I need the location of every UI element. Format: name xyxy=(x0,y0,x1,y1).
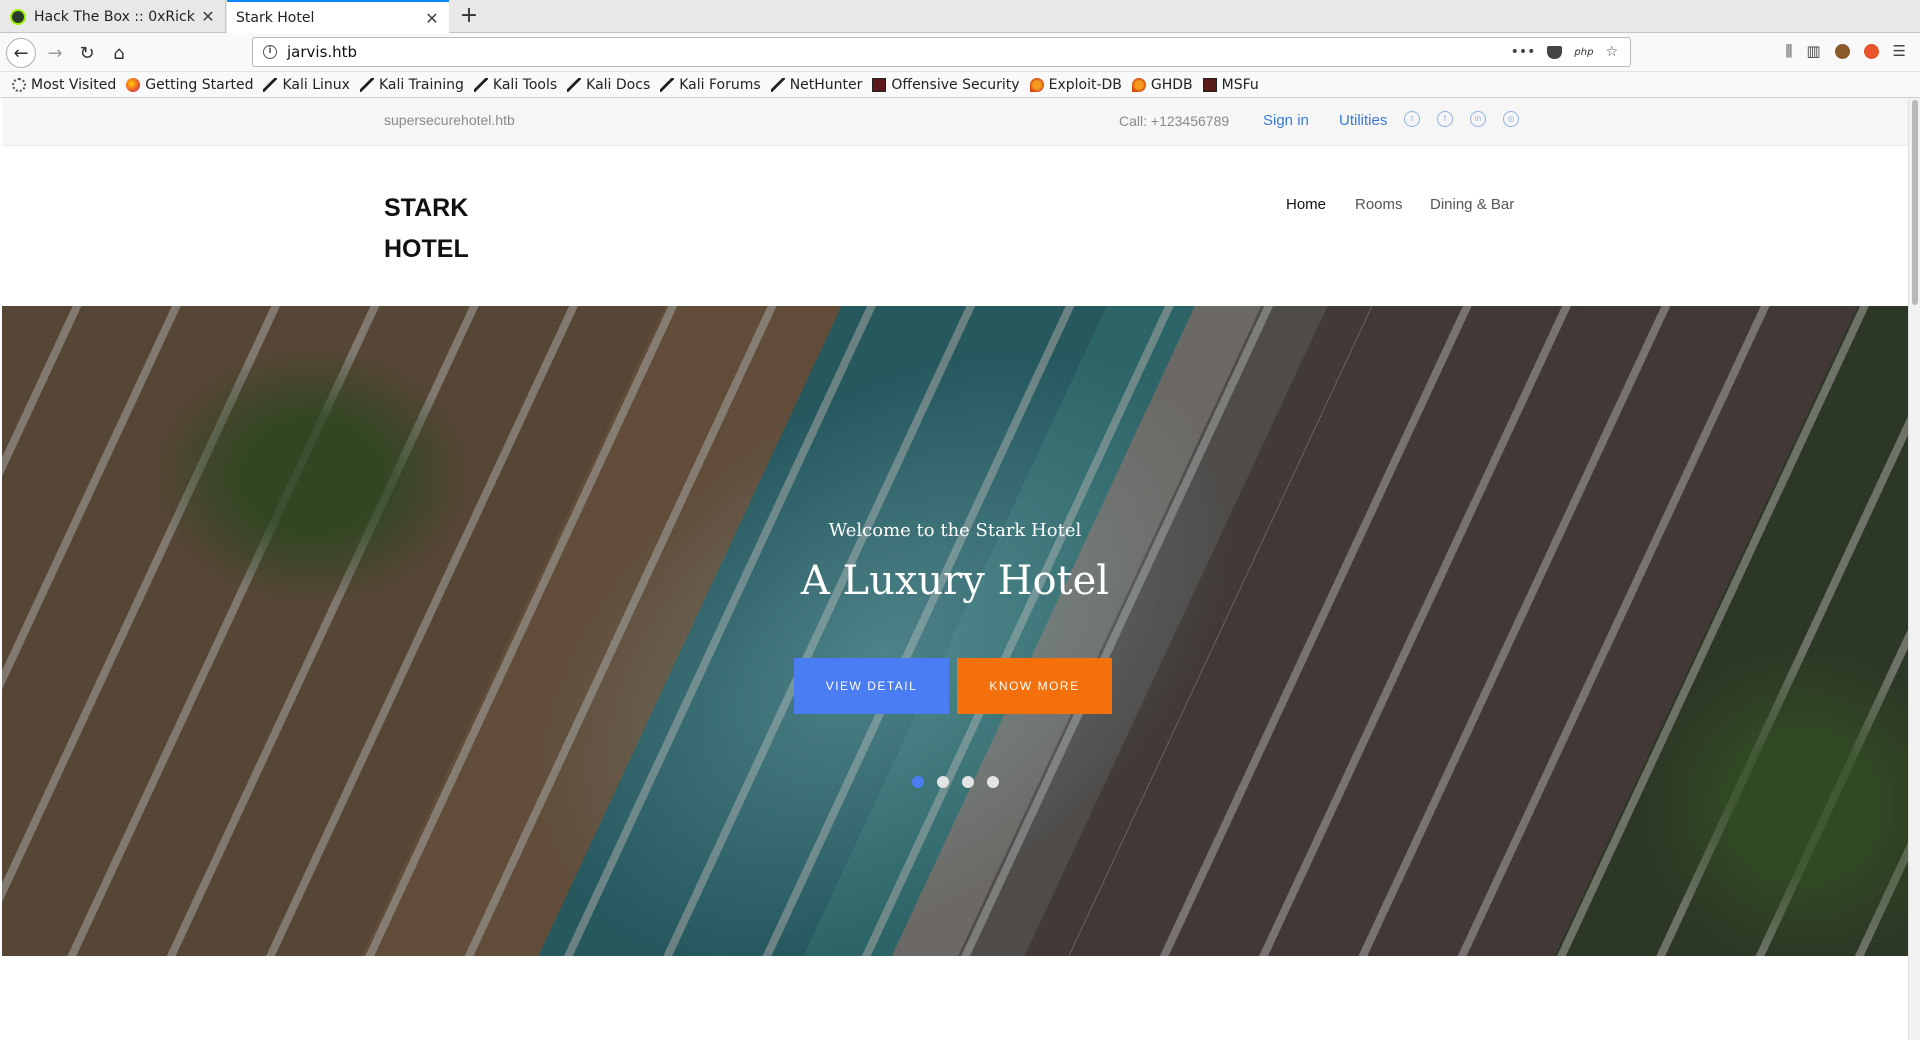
kali-icon xyxy=(359,77,374,92)
bookmark-kali-tools[interactable]: Kali Tools xyxy=(473,77,557,93)
gear-icon xyxy=(12,77,26,92)
kali-icon xyxy=(567,77,582,92)
forward-arrow-icon[interactable]: → xyxy=(40,38,70,68)
hackthebox-favicon-icon xyxy=(10,8,26,25)
site-logo[interactable]: STARK HOTEL xyxy=(384,188,504,270)
utilities-link[interactable]: Utilities xyxy=(1339,112,1387,129)
slider-dots xyxy=(2,776,1908,790)
kali-icon xyxy=(473,77,488,92)
bookmark-ghdb[interactable]: GHDB xyxy=(1131,77,1193,93)
view-detail-button[interactable]: VIEW DETAIL xyxy=(794,658,949,714)
tab-hackthebox[interactable]: Hack The Box :: 0xRick ✕ xyxy=(0,0,226,33)
url-text[interactable]: jarvis.htb xyxy=(287,43,1511,61)
bookmark-exploit-db[interactable]: Exploit-DB xyxy=(1029,77,1122,93)
close-tab-icon[interactable]: ✕ xyxy=(423,9,441,28)
bookmarks-toolbar: Most Visited Getting Started Kali Linux … xyxy=(0,72,1920,98)
firefox-icon xyxy=(126,77,141,92)
kali-icon xyxy=(770,77,785,92)
back-arrow-icon[interactable]: ← xyxy=(6,38,36,68)
tab-title: Hack The Box :: 0xRick xyxy=(34,8,195,25)
menu-item-home[interactable]: Home xyxy=(1286,196,1326,213)
bookmark-offensive-security[interactable]: Offensive Security xyxy=(872,77,1020,93)
offsec-icon xyxy=(872,77,887,92)
offsec-icon xyxy=(1202,77,1217,92)
library-icon[interactable]: ⫼ xyxy=(1785,42,1792,60)
menu-item-dining-bar[interactable]: Dining & Bar xyxy=(1430,196,1514,213)
new-tab-plus-icon[interactable]: + xyxy=(456,3,482,29)
menu-item-rooms[interactable]: Rooms xyxy=(1355,196,1403,213)
instagram-icon[interactable]: ◎ xyxy=(1503,111,1519,127)
twitter-icon[interactable]: t xyxy=(1404,111,1420,127)
slider-dot[interactable] xyxy=(937,776,949,788)
page-actions-ellipsis-icon[interactable]: ••• xyxy=(1511,44,1536,60)
facebook-icon[interactable]: f xyxy=(1437,111,1453,127)
logo-line-1: STARK xyxy=(384,194,469,222)
bookmark-most-visited[interactable]: Most Visited xyxy=(12,77,116,93)
know-more-button[interactable]: KNOW MORE xyxy=(957,658,1112,714)
browser-navigation-toolbar: ← → ↻ ⌂ i jarvis.htb ••• php ☆ ⫼ ▥ ☰ xyxy=(0,33,1920,72)
hamburger-menu-icon[interactable]: ☰ xyxy=(1893,42,1906,60)
sign-in-link[interactable]: Sign in xyxy=(1263,112,1309,129)
site-top-bar: supersecurehotel.htb Call: +123456789 Si… xyxy=(2,98,1908,146)
site-domain: supersecurehotel.htb xyxy=(384,112,515,128)
hero-content: Welcome to the Stark Hotel A Luxury Hote… xyxy=(2,306,1908,956)
site-info-icon[interactable]: i xyxy=(263,45,277,59)
reload-icon[interactable]: ↻ xyxy=(72,38,102,68)
slider-dot[interactable] xyxy=(987,776,999,788)
slider-dot[interactable] xyxy=(912,776,924,788)
page-scrollbar[interactable] xyxy=(1908,98,1920,1040)
address-bar[interactable]: i jarvis.htb ••• php ☆ xyxy=(252,37,1631,67)
bookmark-star-icon[interactable]: ☆ xyxy=(1605,44,1618,60)
bookmark-getting-started[interactable]: Getting Started xyxy=(126,77,253,93)
linkedin-icon[interactable]: in xyxy=(1470,111,1486,127)
bookmark-nethunter[interactable]: NetHunter xyxy=(770,77,862,93)
exploitdb-icon xyxy=(1131,77,1146,92)
close-tab-icon[interactable]: ✕ xyxy=(199,7,217,26)
bookmark-msfu[interactable]: MSFu xyxy=(1202,77,1259,93)
tab-stark-hotel[interactable]: Stark Hotel ✕ xyxy=(227,0,449,34)
bookmark-kali-linux[interactable]: Kali Linux xyxy=(263,77,350,93)
pocket-icon[interactable] xyxy=(1547,45,1563,59)
cookie-extension-icon[interactable] xyxy=(1834,43,1850,59)
extension-icon[interactable] xyxy=(1863,43,1879,59)
logo-line-2: HOTEL xyxy=(384,235,469,263)
bookmark-kali-docs[interactable]: Kali Docs xyxy=(567,77,650,93)
hero-title: A Luxury Hotel xyxy=(800,558,1110,604)
browser-tab-bar: Hack The Box :: 0xRick ✕ Stark Hotel ✕ + xyxy=(0,0,1920,34)
site-header: STARK HOTEL Home Rooms Dining & Bar xyxy=(2,146,1908,304)
kali-icon xyxy=(263,77,278,92)
exploitdb-icon xyxy=(1029,77,1044,92)
tab-title: Stark Hotel xyxy=(236,10,315,26)
hero-slider: Welcome to the Stark Hotel A Luxury Hote… xyxy=(2,306,1908,956)
hero-subtitle: Welcome to the Stark Hotel xyxy=(828,520,1082,541)
home-icon[interactable]: ⌂ xyxy=(104,38,134,68)
bookmark-kali-training[interactable]: Kali Training xyxy=(359,77,464,93)
phone-number: Call: +123456789 xyxy=(1119,113,1230,129)
bookmark-kali-forums[interactable]: Kali Forums xyxy=(660,77,761,93)
toolbar-right: ⫼ ▥ ☰ xyxy=(1785,42,1906,60)
slider-dot[interactable] xyxy=(962,776,974,788)
kali-icon xyxy=(660,77,675,92)
scrollbar-thumb[interactable] xyxy=(1912,100,1918,305)
url-actions: ••• php ☆ xyxy=(1511,44,1630,60)
php-extension-icon[interactable]: php xyxy=(1574,47,1593,58)
page-viewport: supersecurehotel.htb Call: +123456789 Si… xyxy=(0,98,1920,1040)
sidebar-icon[interactable]: ▥ xyxy=(1806,42,1820,60)
